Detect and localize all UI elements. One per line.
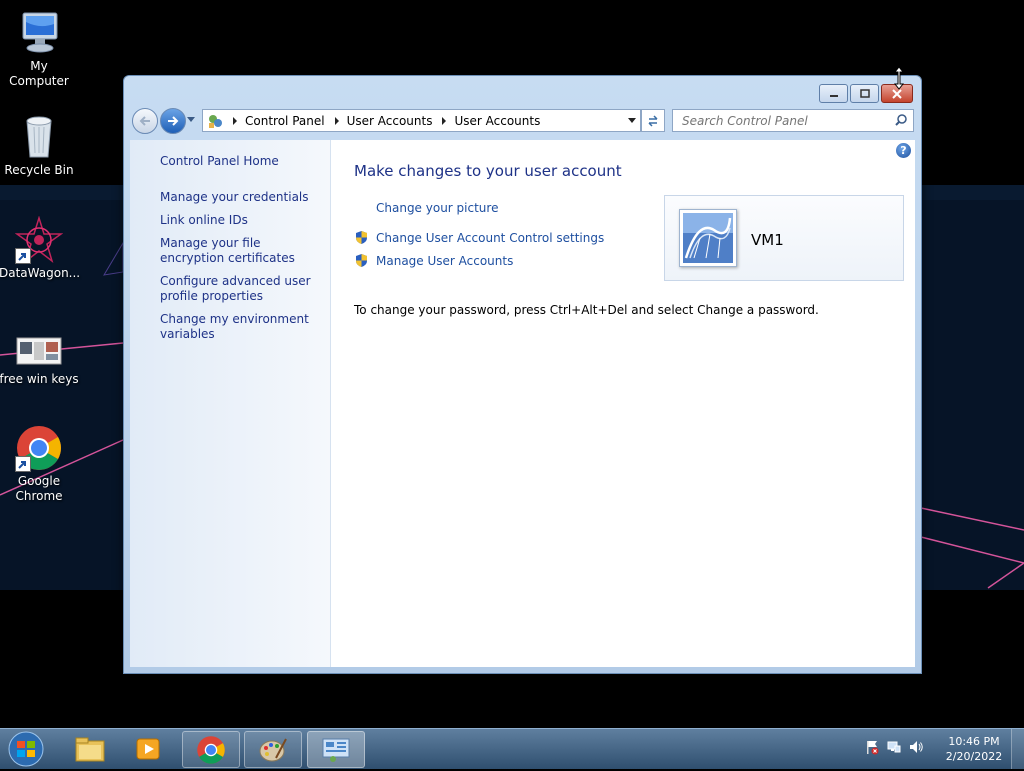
- back-button[interactable]: [132, 108, 158, 134]
- task-label: Change User Account Control settings: [376, 230, 605, 245]
- rollercoaster-avatar-icon: [683, 213, 733, 263]
- window-content: Control Panel Home Manage your credentia…: [130, 140, 915, 667]
- shortcut-arrow-icon: [15, 456, 31, 472]
- user-card: VM1: [664, 195, 904, 281]
- clock-date: 2/20/2022: [945, 750, 1003, 763]
- refresh-button[interactable]: [641, 109, 665, 132]
- address-history-dropdown[interactable]: [628, 118, 636, 123]
- taskbar-clock[interactable]: 10:46 PM 2/20/2022: [940, 734, 1008, 764]
- start-button[interactable]: [4, 730, 48, 768]
- maximize-icon: [859, 88, 870, 98]
- minimize-icon: [829, 94, 838, 97]
- desktop-icon-label: Recycle Bin: [4, 163, 74, 177]
- shield-icon: [356, 231, 367, 244]
- system-tray: [864, 739, 924, 755]
- desktop: My Computer Recycle Bin DataWagon... fre…: [0, 0, 1024, 728]
- task-label: Change your picture: [376, 201, 499, 215]
- breadcrumb-separator[interactable]: [233, 116, 237, 125]
- breadcrumb-user-accounts[interactable]: User Accounts: [347, 114, 433, 128]
- user-name: VM1: [751, 231, 784, 249]
- desktop-icon-label: free win keys: [0, 372, 79, 386]
- arrow-left-icon: [139, 116, 150, 126]
- minimize-button[interactable]: [819, 84, 848, 103]
- network-icon[interactable]: [886, 739, 902, 755]
- page-title: Make changes to your user account: [354, 162, 622, 180]
- volume-icon[interactable]: [908, 739, 924, 755]
- action-center-flag-icon[interactable]: [864, 739, 880, 755]
- taskbar-paint-button[interactable]: [244, 731, 302, 768]
- media-player-icon: [136, 738, 160, 759]
- datawagon-icon: [15, 216, 63, 264]
- desktop-icon-free-win-keys[interactable]: free win keys: [0, 322, 79, 387]
- chrome-icon: [15, 424, 63, 472]
- paint-palette-icon: [259, 738, 287, 761]
- taskbar-media-player-button[interactable]: [120, 731, 176, 766]
- taskbar-chrome-button[interactable]: [182, 731, 240, 768]
- address-bar[interactable]: Control Panel User Accounts User Account…: [202, 109, 641, 132]
- recent-pages-dropdown[interactable]: [187, 117, 195, 122]
- resize-cursor-icon: [893, 66, 905, 90]
- breadcrumb-separator[interactable]: [334, 116, 339, 125]
- taskbar-control-panel-button[interactable]: [307, 731, 365, 768]
- close-icon: [892, 88, 902, 99]
- task-label: Manage User Accounts: [376, 253, 514, 268]
- taskbar: 10:46 PM 2/20/2022: [0, 728, 1024, 769]
- link-advanced-profile-properties[interactable]: Configure advanced user profile properti…: [160, 274, 325, 304]
- main-pane: ? Make changes to your user account Chan…: [331, 140, 915, 667]
- chrome-icon: [197, 735, 225, 764]
- forward-button[interactable]: [160, 108, 186, 134]
- link-file-encryption-certificates[interactable]: Manage your file encryption certificates: [160, 236, 325, 266]
- password-instructions: To change your password, press Ctrl+Alt+…: [354, 303, 819, 317]
- desktop-icon-label: Google Chrome: [15, 474, 63, 503]
- breadcrumb-control-panel[interactable]: Control Panel: [245, 114, 325, 128]
- tasks-pane: Control Panel Home Manage your credentia…: [130, 140, 331, 667]
- link-environment-variables[interactable]: Change my environment variables: [160, 312, 325, 342]
- shield-icon: [356, 254, 367, 267]
- link-control-panel-home[interactable]: Control Panel Home: [160, 154, 325, 169]
- windows-logo-icon: [8, 731, 44, 767]
- recycle-bin-icon: [15, 113, 63, 161]
- desktop-icon-label: DataWagon...: [0, 266, 81, 280]
- link-manage-credentials[interactable]: Manage your credentials: [160, 190, 325, 205]
- search-icon[interactable]: [894, 113, 908, 127]
- show-desktop-button[interactable]: [1011, 729, 1024, 769]
- help-icon[interactable]: ?: [896, 143, 911, 158]
- control-panel-icon: [322, 738, 350, 762]
- breadcrumb-user-accounts-current[interactable]: User Accounts: [454, 114, 540, 128]
- link-change-picture[interactable]: Change your picture: [376, 201, 498, 215]
- link-manage-user-accounts[interactable]: Manage User Accounts: [354, 253, 513, 268]
- maximize-button[interactable]: [850, 84, 879, 103]
- desktop-icon-google-chrome[interactable]: Google Chrome: [0, 424, 79, 504]
- desktop-icon-label: My Computer: [9, 59, 69, 88]
- link-change-uac-settings[interactable]: Change User Account Control settings: [354, 230, 604, 245]
- clock-time: 10:46 PM: [948, 735, 1000, 748]
- user-picture[interactable]: [679, 209, 737, 267]
- desktop-icon-datawagon[interactable]: DataWagon...: [0, 216, 81, 281]
- control-panel-icon: [209, 114, 222, 128]
- control-panel-window: Control Panel User Accounts User Account…: [123, 75, 922, 674]
- folder-icon: [75, 737, 105, 761]
- link-online-ids[interactable]: Link online IDs: [160, 213, 325, 228]
- arrow-right-icon: [168, 116, 179, 126]
- navigation-bar: Control Panel User Accounts User Account…: [130, 107, 914, 134]
- search-input[interactable]: [680, 112, 894, 129]
- desktop-icon-my-computer[interactable]: My Computer: [0, 9, 79, 89]
- computer-icon: [15, 9, 63, 57]
- shortcut-arrow-icon: [15, 248, 31, 264]
- desktop-icon-recycle-bin[interactable]: Recycle Bin: [0, 113, 79, 178]
- taskbar-explorer-button[interactable]: [62, 731, 118, 766]
- image-file-icon: [15, 322, 63, 370]
- search-box: [672, 109, 914, 132]
- breadcrumb-separator[interactable]: [442, 116, 447, 125]
- refresh-icon: [648, 114, 658, 127]
